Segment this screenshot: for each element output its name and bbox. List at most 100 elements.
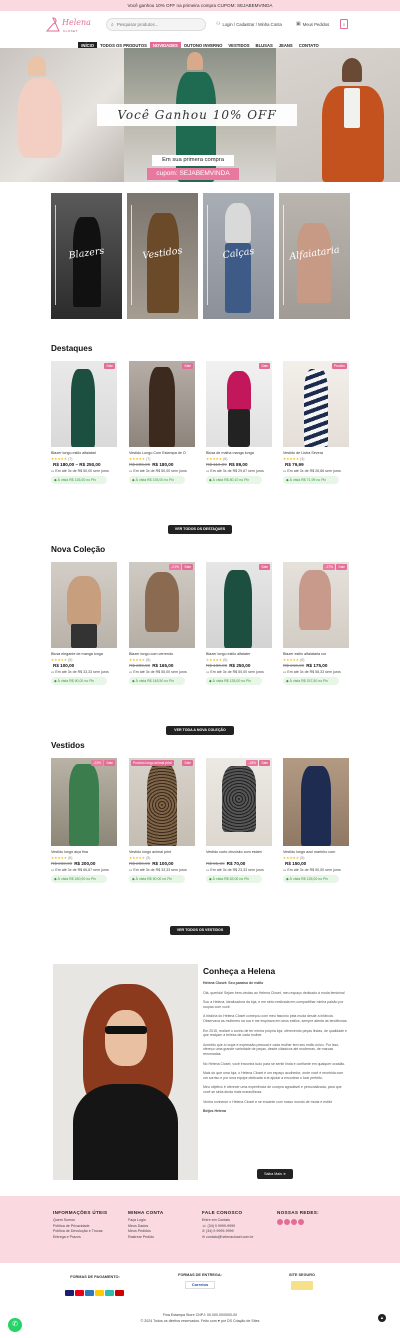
- about-signature: Beijos Helena: [203, 1109, 226, 1114]
- footer-link[interactable]: Rastrear Pedido: [128, 1235, 163, 1241]
- product-card[interactable]: Sale Blazer longo estilo alfaiatari ★★★★…: [51, 361, 117, 484]
- product-image[interactable]: Sale: [206, 562, 272, 648]
- search-icon[interactable]: ⌕: [111, 22, 114, 28]
- product-image[interactable]: -23% Sale: [51, 758, 117, 846]
- tiktok-icon[interactable]: [291, 1219, 297, 1225]
- cart-count: 0: [342, 22, 346, 27]
- back-to-top-icon[interactable]: ▲: [378, 1314, 386, 1322]
- payment-strip: FORMAS DE PAGAMENTO: FORMAS DE ENTREGA: …: [0, 1271, 400, 1301]
- product-name[interactable]: Vestido de Listra Severa: [283, 451, 349, 456]
- product-image[interactable]: -21% Sale: [129, 562, 195, 648]
- product-card[interactable]: Sale Vestido Longo Com Estampa de O ★★★★…: [129, 361, 195, 484]
- correios-logo: Correios: [185, 1281, 215, 1289]
- category-calcas[interactable]: Calças: [203, 193, 274, 319]
- product-card[interactable]: Prodlov Vestido de Listra Severa ★★★★★ (…: [283, 361, 349, 484]
- view-all-vestidos-button[interactable]: VER TODOS OS VESTIDOS: [170, 926, 230, 935]
- product-image[interactable]: [283, 758, 349, 846]
- facebook-icon[interactable]: [284, 1219, 290, 1225]
- sale-badge: Sale: [104, 363, 115, 369]
- rating-stars: ★★★★★ (5): [206, 657, 228, 662]
- product-card[interactable]: Sale Blazer longo estilo alfaiater ★★★★★…: [206, 562, 272, 685]
- product-card[interactable]: -21% Sale Blazer longo com cerrendo ★★★★…: [129, 562, 195, 685]
- product-card[interactable]: -17% Sale Blazer estilo alfaiataria cur …: [283, 562, 349, 685]
- product-name[interactable]: Blusa elegante de manga longa: [51, 652, 117, 657]
- product-card[interactable]: -18% Sale Vestido curto chuvisko com est…: [206, 758, 272, 883]
- footer-heading: MINHA CONTA: [128, 1210, 164, 1215]
- category-grid: Blazers Vestidos Calças Alfaiataria: [51, 193, 350, 319]
- sale-badge: Sale: [259, 760, 270, 766]
- rating-stars: ★★★★★ (6): [283, 657, 305, 662]
- category-blazers[interactable]: Blazers: [51, 193, 122, 319]
- saiba-mais-button[interactable]: Saiba Mais ➔: [257, 1169, 293, 1179]
- product-name[interactable]: Blazer longo estilo alfaiatari: [51, 451, 117, 456]
- rating-stars: [206, 856, 272, 860]
- youtube-icon[interactable]: [298, 1219, 304, 1225]
- product-card[interactable]: Sale Blusa de malha manga longa ★★★★★ (6…: [206, 361, 272, 484]
- orders-link[interactable]: ▣ Meus Pedidos: [296, 21, 329, 27]
- rating-stars: ★★★★★ (7): [129, 456, 151, 461]
- product-image[interactable]: Prodlov: [283, 361, 349, 447]
- installments: ▭ Em até 3x de R$ 58,33 sem juros: [283, 669, 341, 674]
- rating-stars: ★★★★★ (5): [51, 657, 73, 662]
- about-paragraph: A história do Helena Closet começou com …: [203, 1014, 348, 1023]
- whatsapp-icon[interactable]: ✆: [8, 1318, 22, 1332]
- view-all-destaques-button[interactable]: VER TODOS OS DESTAQUES: [168, 525, 232, 534]
- about-paragraph: Em 2015, realizei o sonho de ter minha p…: [203, 1028, 347, 1038]
- product-card[interactable]: Produto longo animal print Sale Vestido …: [129, 758, 195, 883]
- product-image[interactable]: Sale: [129, 361, 195, 447]
- pix-price: ◆ À vista R$ 148,50 no Pix: [129, 676, 185, 685]
- mastercard-icon: [75, 1290, 84, 1296]
- footer-link[interactable]: Política de Devolução e Trocas: [53, 1229, 107, 1235]
- product-card[interactable]: Blusa elegante de manga longa ★★★★★ (5) …: [51, 562, 117, 685]
- copyright: Fina Estampa Store CNPJ: 00.000.00/0000-…: [0, 1313, 400, 1324]
- installments: ▭ Em até 3x de R$ 50,00 sem juros: [129, 468, 187, 473]
- product-price: R$ 209,99 R$ 180,00: [129, 461, 174, 467]
- footer-heading: FALE CONOSCO: [202, 1210, 243, 1215]
- product-card[interactable]: -23% Sale Vestido longo alça fina ★★★★★ …: [51, 758, 117, 883]
- site-header: Helena CLOSET ⌕ ⚇ Login / Cadastrar / Mi…: [0, 11, 400, 41]
- elo-icon: [95, 1290, 104, 1296]
- search-input[interactable]: [116, 22, 197, 27]
- pix-price: ◆ À vista R$ 90,00 no Pix: [129, 874, 185, 883]
- rating-stars: ★★★★★ (7): [51, 456, 73, 461]
- logo-text: Helena: [62, 18, 91, 27]
- product-name[interactable]: Blusa de malha manga longa: [206, 451, 272, 456]
- product-card[interactable]: Vestido longo azul marinho com ★★★★★ (5)…: [283, 758, 349, 883]
- about-text: Conheça a Helena Helena Closet: Seu para…: [203, 964, 348, 1114]
- product-name[interactable]: Vestido curto chuvisko com estam: [206, 850, 272, 855]
- installments: ▭ Em até 3x de R$ 23,33 sem juros: [206, 867, 264, 872]
- about-lead: Helena Closet: Seu paraíso de estilo: [203, 981, 264, 985]
- section-title-vestidos: Vestidos: [51, 741, 85, 750]
- instagram-icon[interactable]: [277, 1219, 283, 1225]
- product-price: R$ 100,00: [53, 662, 75, 668]
- site-logo[interactable]: Helena CLOSET: [46, 13, 91, 39]
- cart-button[interactable]: 0: [340, 19, 348, 29]
- product-name[interactable]: Vestido longo azul marinho com: [283, 850, 349, 855]
- about-section: Conheça a Helena Helena Closet: Seu para…: [53, 964, 350, 1180]
- view-all-nova-button[interactable]: VER TODA A NOVA COLEÇÃO: [166, 726, 234, 735]
- product-image[interactable]: Produto longo animal print Sale: [129, 758, 195, 846]
- product-price: R$ 209,99 R$ 165,00: [129, 662, 174, 668]
- footer-email[interactable]: ✉ contato@helenacloset.com.br: [202, 1235, 254, 1241]
- product-image[interactable]: Sale: [206, 361, 272, 447]
- product-image[interactable]: [51, 562, 117, 648]
- product-image[interactable]: -18% Sale: [206, 758, 272, 846]
- login-link[interactable]: ⚇ Login / Cadastrar / Minha Conta: [216, 21, 282, 27]
- search-box[interactable]: ⌕: [106, 18, 206, 31]
- product-name[interactable]: Vestido longo alça fina: [51, 850, 117, 855]
- pix-price: ◆ À vista R$ 157,50 no Pix: [283, 676, 339, 685]
- product-image[interactable]: Sale: [51, 361, 117, 447]
- category-alfaiataria[interactable]: Alfaiataria: [279, 193, 350, 319]
- sale-badge: Sale: [104, 760, 115, 766]
- product-image[interactable]: -17% Sale: [283, 562, 349, 648]
- footer-link[interactable]: Entrega e Prazos: [53, 1235, 107, 1241]
- product-name[interactable]: Vestido longo animal print: [129, 850, 195, 855]
- category-vestidos[interactable]: Vestidos: [127, 193, 198, 319]
- product-name[interactable]: Blazer longo estilo alfaiater: [206, 652, 272, 657]
- product-name[interactable]: Vestido Longo Com Estampa de O: [129, 451, 195, 456]
- product-name[interactable]: Blazer longo com cerrendo: [129, 652, 195, 657]
- product-price: R$ 79,99: [285, 461, 304, 467]
- sale-badge: Sale: [259, 363, 270, 369]
- product-name[interactable]: Blazer estilo alfaiataria cur: [283, 652, 349, 657]
- footer-col-conta: MINHA CONTA Faça Login Meus Dados Meus P…: [128, 1210, 163, 1240]
